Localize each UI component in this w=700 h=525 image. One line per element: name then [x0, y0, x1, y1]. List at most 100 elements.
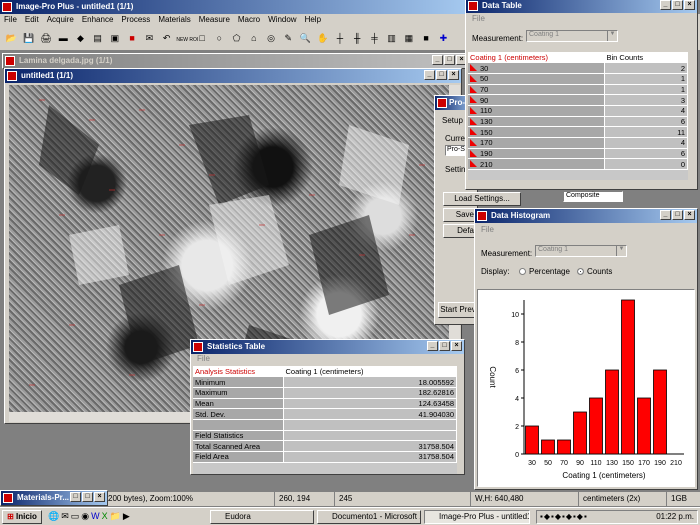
stat-label-cell[interactable]: Std. Dev. [193, 408, 284, 420]
app-icon[interactable]: ▶ [123, 511, 130, 522]
data-table-menu-file[interactable]: File [472, 14, 485, 23]
restore-button[interactable]: □ [70, 492, 81, 502]
bin-cell[interactable]: 50 [468, 73, 605, 85]
save-settings-button[interactable]: Save [443, 208, 477, 222]
desktop-icon[interactable]: ▭ [71, 511, 80, 522]
maximize-button[interactable]: □ [444, 55, 455, 65]
folder-icon[interactable]: 📁 [110, 511, 121, 522]
pencil-icon[interactable]: ✎ [281, 31, 296, 45]
stat-value-cell[interactable] [283, 419, 457, 431]
magic-wand-icon[interactable]: ⌂ [246, 31, 261, 45]
default-button[interactable]: Defa [443, 224, 477, 238]
table-row[interactable]: Field Area 31758.504 [193, 451, 457, 463]
line-profile-icon[interactable]: ╪ [367, 31, 382, 45]
scanner-icon[interactable]: ▤ [90, 31, 105, 45]
stat-label-cell[interactable]: Maximum [193, 387, 284, 399]
media-icon[interactable]: ◉ [81, 511, 89, 522]
minimize-button[interactable]: _ [660, 0, 671, 10]
tile-icon[interactable]: ■ [419, 31, 434, 45]
start-preview-button[interactable]: Start Prev [438, 302, 478, 318]
bin-cell[interactable]: 190 [468, 148, 605, 160]
histogram-title-bar[interactable]: Data Histogram _ □ × [475, 209, 697, 223]
analysis-statistics-header[interactable]: Analysis Statistics [193, 366, 284, 378]
percentage-radio[interactable]: Percentage [519, 267, 570, 276]
counts-radio[interactable]: Counts [577, 267, 612, 276]
maximize-button[interactable]: □ [672, 0, 683, 10]
coating-statistics-header[interactable]: Coating 1 (centimeters) [283, 366, 457, 378]
envelope-icon[interactable]: ✉ [142, 31, 157, 45]
undo-icon[interactable]: ↶ [159, 31, 174, 45]
stat-label-cell[interactable]: Field Statistics [193, 430, 284, 442]
count-cell[interactable]: 4 [604, 137, 688, 149]
explorer-icon[interactable]: 🌐 [48, 511, 59, 522]
coating-column-header[interactable]: Coating 1 (centimeters) [468, 52, 605, 64]
close-button[interactable]: × [684, 0, 695, 10]
statistics-title-bar[interactable]: Statistics Table _ □ × [191, 340, 464, 354]
taskbar-eudora[interactable]: Eudora [210, 510, 314, 524]
minimize-button[interactable]: _ [660, 210, 671, 220]
data-table-title-bar[interactable]: Data Table _ □ × [466, 0, 697, 13]
table-row[interactable]: 90 3 [468, 94, 688, 106]
stat-label-cell[interactable]: Field Area [193, 451, 284, 463]
taskbar-imagepro[interactable]: Image-Pro Plus - untitled1... [424, 510, 530, 524]
menu-window[interactable]: Window [268, 14, 296, 27]
stat-label-cell[interactable]: Total Scanned Area [193, 440, 284, 452]
taskbar-word[interactable]: Documento1 - Microsoft ... [317, 510, 421, 524]
grid-icon[interactable]: ▦ [401, 31, 416, 45]
camera-icon[interactable]: ▬ [56, 31, 71, 45]
materials-title-bar[interactable]: Materials-Pr... □ □ × [1, 491, 107, 505]
zoom-icon[interactable]: 🔍 [298, 31, 313, 45]
table-row[interactable]: Std. Dev. 41.904030 [193, 408, 457, 420]
setup-tab[interactable]: Setup [442, 116, 463, 125]
menu-enhance[interactable]: Enhance [82, 14, 114, 27]
table-row[interactable]: 30 2 [468, 62, 688, 74]
histogram-icon[interactable]: ╫ [350, 31, 365, 45]
lamina-title-bar[interactable]: Lamina delgada.jpg (1/1) _ □ × [3, 54, 469, 68]
stat-value-cell[interactable]: 31758.504 [283, 451, 457, 463]
word-icon[interactable]: W [91, 511, 100, 522]
close-button[interactable]: × [684, 210, 695, 220]
chevron-down-icon[interactable]: ▼ [607, 31, 617, 41]
close-button[interactable]: × [448, 70, 459, 80]
stat-value-cell[interactable]: 31758.504 [283, 440, 457, 452]
count-cell[interactable]: 6 [604, 116, 688, 128]
minimize-button[interactable]: _ [424, 70, 435, 80]
menu-measure[interactable]: Measure [199, 14, 230, 27]
bin-cell[interactable]: 110 [468, 105, 605, 117]
table-row[interactable]: 130 6 [468, 116, 688, 128]
bin-cell[interactable]: 170 [468, 137, 605, 149]
menu-acquire[interactable]: Acquire [47, 14, 74, 27]
colors-icon[interactable]: ✚ [436, 31, 451, 45]
print-icon[interactable]: 🖨 [38, 31, 53, 45]
stat-label-cell[interactable] [193, 419, 284, 431]
data-table-measurement-select[interactable]: Coating 1 ▼ [526, 30, 618, 42]
count-cell[interactable]: 11 [604, 126, 688, 138]
table-row[interactable]: 190 6 [468, 148, 688, 160]
untitled-title-bar[interactable]: untitled1 (1/1) _ □ × [5, 69, 461, 83]
table-row[interactable]: Mean 124.63458 [193, 398, 457, 410]
count-cell[interactable]: 6 [604, 148, 688, 160]
composite-dropdown[interactable]: Composite [563, 191, 623, 202]
ellipse-icon[interactable]: ○ [212, 31, 227, 45]
stat-value-cell[interactable]: 182.62816 [283, 387, 457, 399]
count-cell[interactable]: 2 [604, 62, 688, 74]
count-cell[interactable]: 3 [604, 94, 688, 106]
stat-value-cell[interactable]: 18.005592 [283, 376, 457, 388]
film-icon[interactable]: ▣ [107, 31, 122, 45]
maximize-button[interactable]: □ [672, 210, 683, 220]
polygon-icon[interactable]: ⬠ [229, 31, 244, 45]
bin-cell[interactable]: 150 [468, 126, 605, 138]
table-row[interactable]: 110 4 [468, 105, 688, 117]
table-row[interactable]: 210 0 [468, 158, 688, 171]
table-row[interactable]: Minimum 18.005592 [193, 376, 457, 388]
bin-cell[interactable]: 70 [468, 84, 605, 96]
table-row[interactable]: 70 1 [468, 84, 688, 96]
menu-help[interactable]: Help [305, 14, 321, 27]
maximize-button[interactable]: □ [82, 492, 93, 502]
menu-materials[interactable]: Materials [158, 14, 190, 27]
minimize-button[interactable]: _ [427, 341, 438, 351]
table-row[interactable]: Total Scanned Area 31758.504 [193, 440, 457, 452]
histogram-menu-file[interactable]: File [481, 225, 494, 234]
hand-icon[interactable]: ✋ [315, 31, 330, 45]
open-icon[interactable]: 📂 [4, 31, 19, 45]
